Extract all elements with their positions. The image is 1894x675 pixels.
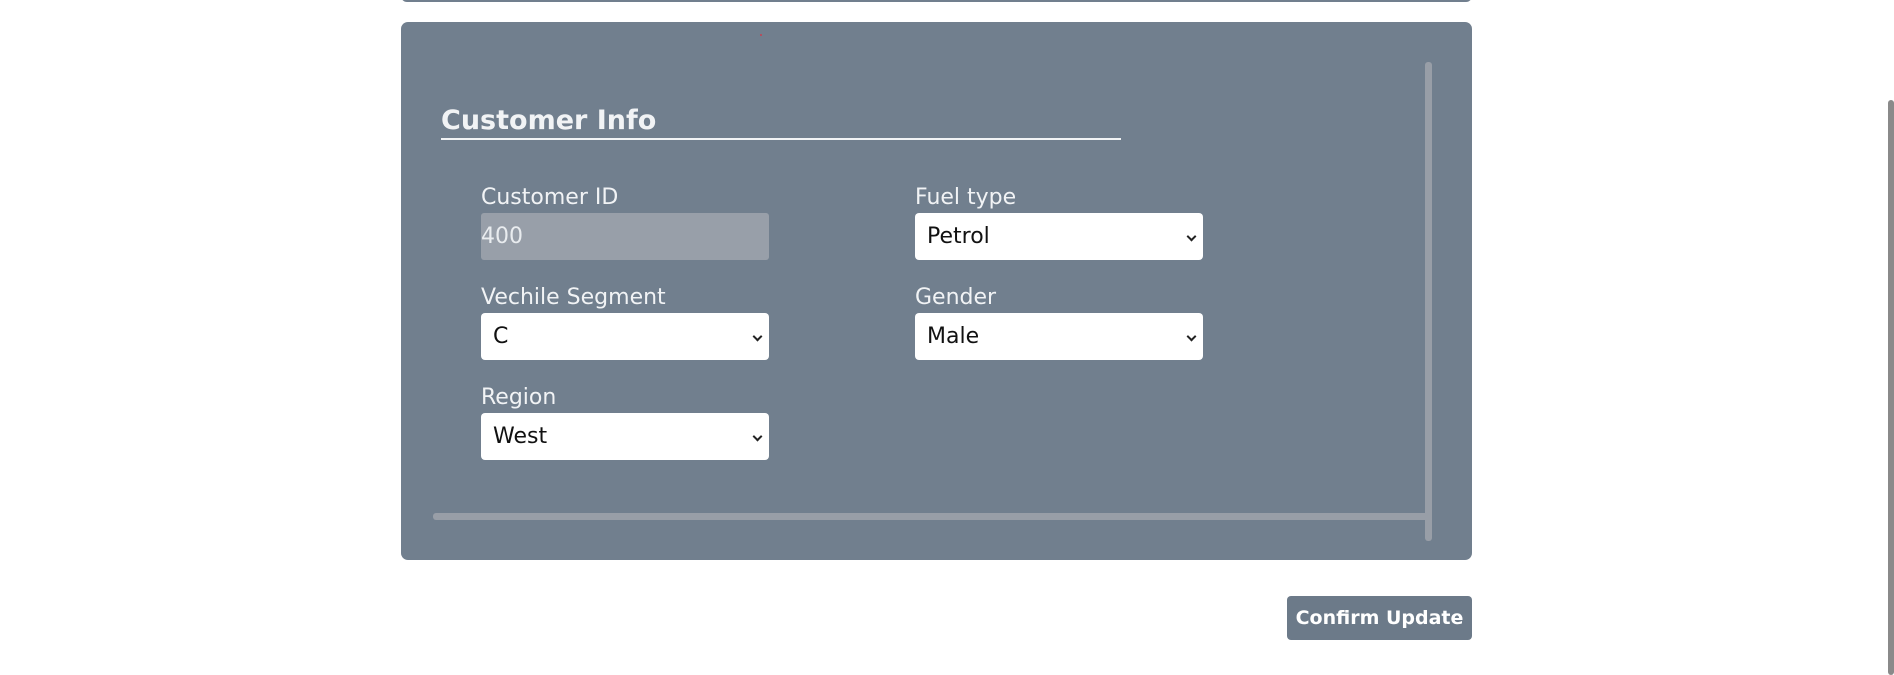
customer-id-field: Customer ID bbox=[481, 183, 769, 260]
vehicle-segment-selected-value: C bbox=[493, 324, 509, 349]
chevron-down-icon bbox=[752, 331, 763, 342]
vehicle-segment-field: Vechile Segment C bbox=[481, 283, 769, 360]
inner-panel-right-border bbox=[1425, 62, 1432, 541]
vehicle-segment-label: Vechile Segment bbox=[481, 285, 666, 310]
inner-panel-bottom-border bbox=[433, 513, 1432, 520]
gender-field: Gender Male bbox=[915, 283, 1203, 360]
page-scrollbar[interactable] bbox=[1888, 100, 1894, 675]
gender-selected-value: Male bbox=[927, 324, 980, 349]
gender-select[interactable]: Male bbox=[915, 313, 1203, 360]
region-field: Region West bbox=[481, 383, 769, 460]
customer-id-input[interactable] bbox=[481, 213, 769, 260]
section-title: Customer Info bbox=[441, 104, 1121, 140]
region-select[interactable]: West bbox=[481, 413, 769, 460]
fuel-type-field: Fuel type Petrol bbox=[915, 183, 1203, 260]
confirm-update-button[interactable]: Confirm Update bbox=[1287, 596, 1472, 640]
customer-info-card: Customer Info Customer ID Fuel type Petr… bbox=[401, 22, 1472, 560]
chevron-down-icon bbox=[752, 431, 763, 442]
customer-id-label: Customer ID bbox=[481, 185, 619, 210]
chevron-down-icon bbox=[1186, 331, 1197, 342]
fuel-type-label: Fuel type bbox=[915, 185, 1017, 210]
gender-label: Gender bbox=[915, 285, 997, 310]
fuel-type-selected-value: Petrol bbox=[927, 224, 990, 249]
region-selected-value: West bbox=[493, 424, 548, 449]
vehicle-segment-select[interactable]: C bbox=[481, 313, 769, 360]
fuel-type-select[interactable]: Petrol bbox=[915, 213, 1203, 260]
previous-card-bottom-edge bbox=[401, 0, 1472, 2]
decorative-dot bbox=[760, 34, 762, 36]
chevron-down-icon bbox=[1186, 231, 1197, 242]
region-label: Region bbox=[481, 385, 557, 410]
page: Customer Info Customer ID Fuel type Petr… bbox=[0, 0, 1894, 675]
